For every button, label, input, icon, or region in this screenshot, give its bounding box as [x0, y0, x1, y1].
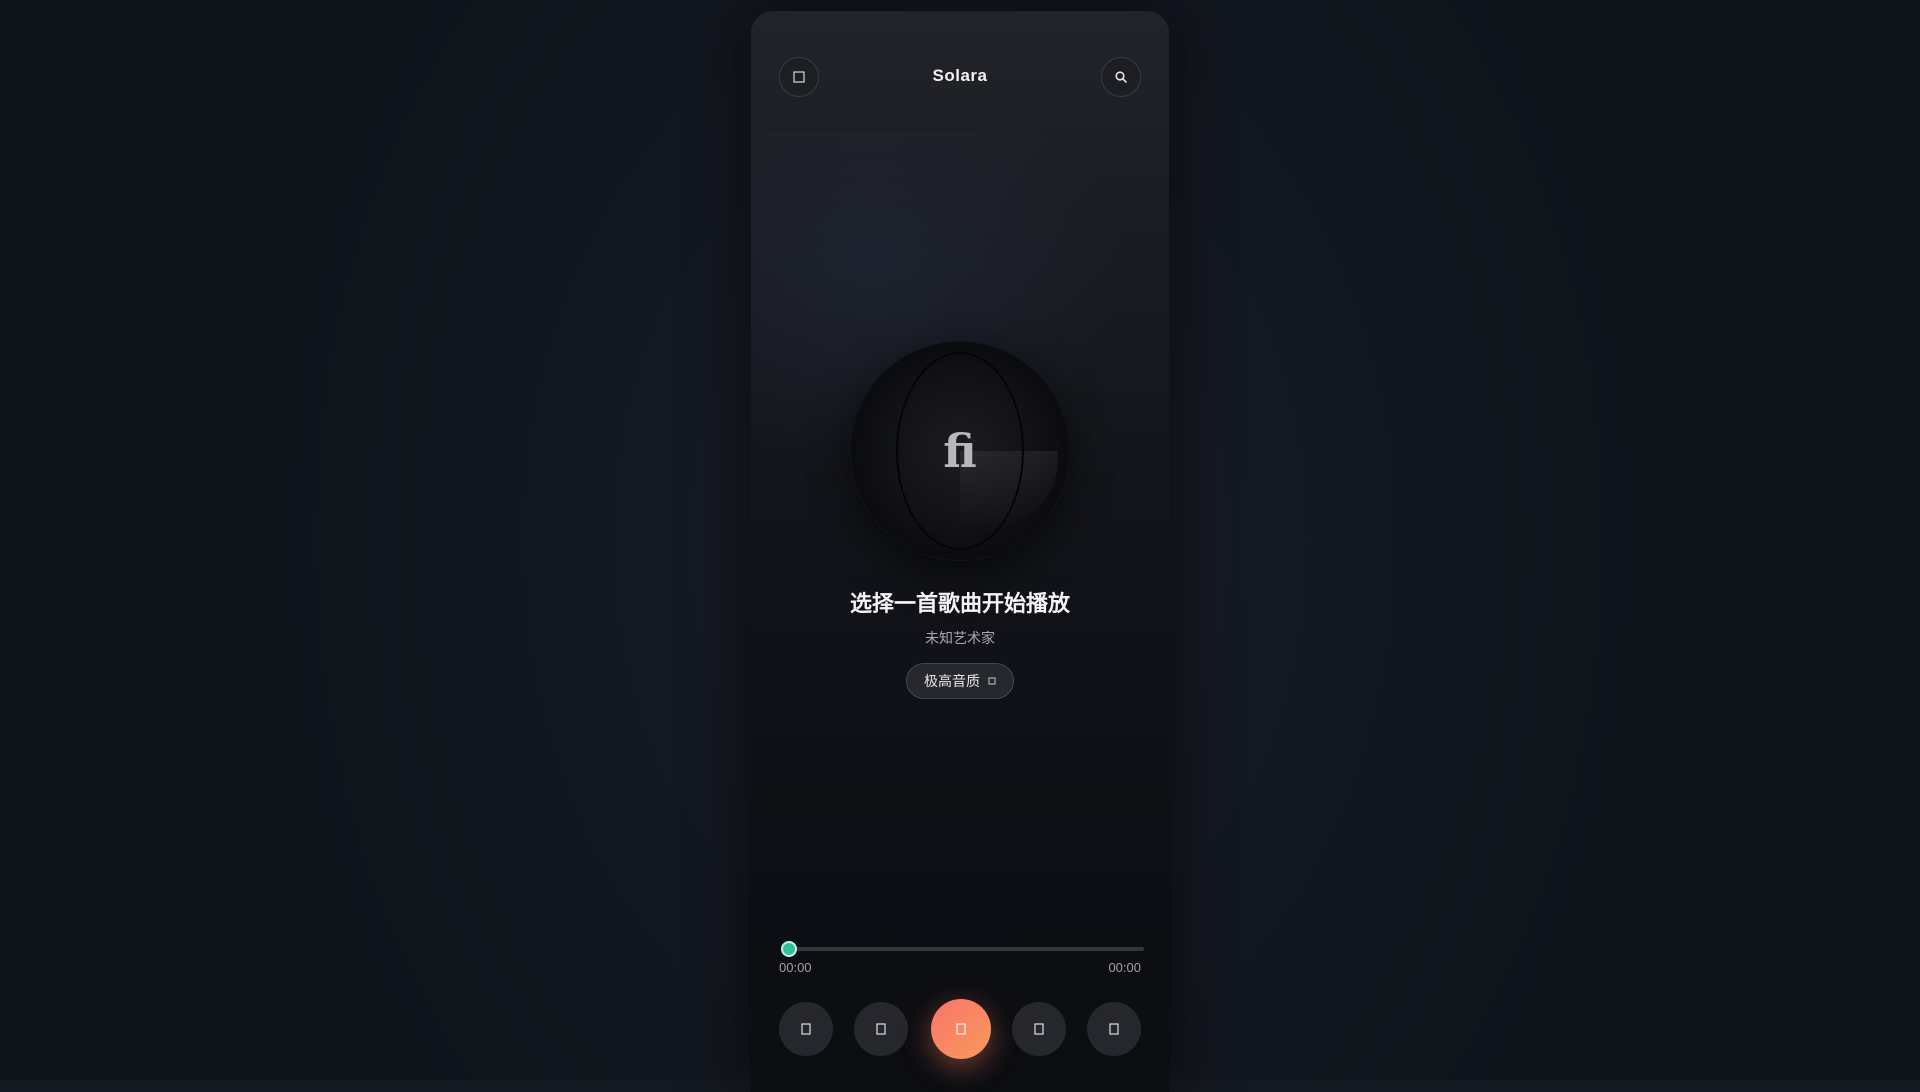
skip-forward-icon: [1034, 1023, 1044, 1035]
progress-slider[interactable]: [781, 941, 1144, 957]
player-panel: Solara ﬁ 选择一首歌曲开始播放 未知艺术家 极高音质 00:00 00:…: [751, 12, 1169, 1092]
progress-thumb[interactable]: [781, 941, 797, 957]
previous-button[interactable]: [854, 1002, 908, 1056]
quality-selector[interactable]: 极高音质: [906, 663, 1014, 699]
volume-button[interactable]: [1087, 1002, 1141, 1056]
search-icon: [1115, 71, 1127, 83]
search-button[interactable]: [1101, 57, 1141, 97]
play-button[interactable]: [931, 999, 991, 1059]
volume-icon: [1109, 1023, 1119, 1035]
next-button[interactable]: [1012, 1002, 1066, 1056]
list-icon: [801, 1023, 811, 1035]
song-artist: 未知艺术家: [925, 630, 995, 646]
disc-music-icon: ﬁ: [943, 424, 977, 478]
chevron-down-icon: [988, 677, 996, 685]
playlist-button[interactable]: [779, 1002, 833, 1056]
quality-label: 极高音质: [924, 673, 980, 689]
play-icon: [956, 1023, 966, 1035]
skip-back-icon: [876, 1023, 886, 1035]
total-duration: 00:00: [1108, 960, 1141, 975]
song-title: 选择一首歌曲开始播放: [849, 591, 1070, 616]
album-disc: ﬁ: [850, 341, 1070, 561]
elapsed-time: 00:00: [779, 960, 812, 975]
